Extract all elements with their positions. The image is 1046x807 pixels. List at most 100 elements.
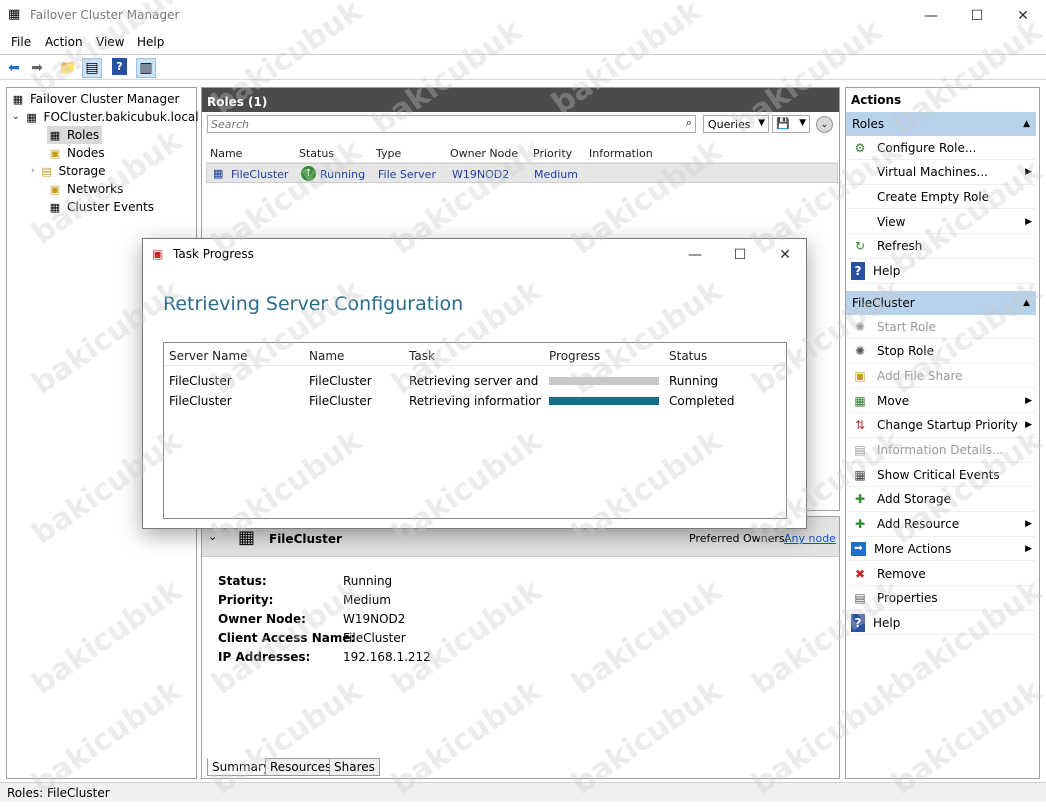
task-row[interactable]: FileCluster FileCluster Retrieving informa…	[164, 392, 786, 410]
tab-shares[interactable]: Shares	[329, 758, 380, 776]
col-status[interactable]: Status	[299, 147, 334, 160]
action-properties[interactable]: ▤ Properties	[846, 587, 1036, 611]
field-value: FileCluster	[343, 631, 406, 645]
collapse-up-icon[interactable]: ▲	[1023, 119, 1030, 129]
configure-role-icon: ⚙	[854, 140, 866, 155]
col-status[interactable]: Status	[669, 349, 707, 363]
task-row[interactable]: FileCluster FileCluster Retrieving server …	[164, 372, 786, 390]
action-stop-role[interactable]: ✺ Stop Role	[846, 340, 1036, 364]
collapse-up-icon[interactable]: ▲	[1023, 298, 1030, 308]
tree-root[interactable]: ▦ Failover Cluster Manager	[10, 90, 180, 108]
details-title: FileCluster	[269, 532, 342, 546]
action-label: Move	[877, 393, 910, 408]
tree-item-label: Networks	[67, 182, 124, 196]
action-label: Configure Role...	[877, 140, 977, 155]
expand-chevron-icon[interactable]: ›	[31, 166, 35, 176]
help-icon[interactable]: ?	[112, 58, 127, 75]
progress-fill	[549, 397, 659, 405]
more-actions-icon: ➡	[851, 541, 866, 556]
actions-title: Actions	[851, 93, 902, 107]
col-owner-node[interactable]: Owner Node	[450, 147, 518, 160]
dialog-minimize-button[interactable]: —	[672, 239, 718, 270]
dialog-maximize-button[interactable]: ☐	[717, 239, 763, 270]
col-progress[interactable]: Progress	[549, 349, 600, 363]
field-label: IP Addresses:	[218, 650, 311, 664]
action-add-resource[interactable]: ✚ Add Resource ▶	[846, 513, 1036, 537]
search-icon[interactable]: ⌕	[686, 116, 692, 130]
back-icon[interactable]: ⬅	[4, 58, 24, 78]
status-bar: Roles: FileCluster	[0, 782, 1046, 802]
task-server: FileCluster	[169, 374, 232, 388]
action-move[interactable]: ▦ Move ▶	[846, 389, 1036, 414]
tree-item-roles[interactable]: ▦ Roles	[47, 126, 103, 144]
expand-collapse-icon[interactable]: ⌄	[816, 116, 833, 133]
search-input[interactable]	[208, 116, 668, 132]
close-button[interactable]: ✕	[1000, 0, 1046, 31]
action-label: Add Storage	[877, 492, 951, 507]
progress-bar	[549, 397, 659, 405]
submenu-arrow-icon: ▶	[1025, 216, 1032, 227]
action-label: Show Critical Events	[877, 467, 1000, 482]
menu-view[interactable]: View	[96, 35, 124, 49]
col-information[interactable]: Information	[589, 147, 653, 160]
action-change-startup-priority[interactable]: ⇅ Change Startup Priority ▶	[846, 414, 1036, 438]
cluster-icon: ▦	[26, 110, 37, 124]
window-title: Failover Cluster Manager	[30, 8, 180, 22]
col-type[interactable]: Type	[376, 147, 401, 160]
up-folder-icon[interactable]: 📁	[58, 58, 78, 78]
action-show-critical-events[interactable]: ▦ Show Critical Events	[846, 463, 1036, 488]
action-label: Stop Role	[877, 344, 934, 359]
menu-action[interactable]: Action	[45, 35, 83, 49]
tree-item-cluster-events[interactable]: ▦ Cluster Events	[47, 198, 154, 216]
action-start-role[interactable]: ✺ Start Role	[846, 315, 1036, 339]
queries-button[interactable]: Queries ▼	[703, 115, 769, 133]
tab-resources[interactable]: Resources	[265, 758, 337, 776]
file-server-icon: ▦	[238, 527, 256, 548]
col-task[interactable]: Task	[409, 349, 435, 363]
action-information-details[interactable]: ▤ Information Details...	[846, 439, 1036, 463]
preferred-owners-link[interactable]: Any node	[784, 532, 836, 545]
minimize-button[interactable]: —	[908, 0, 954, 31]
menu-help[interactable]: Help	[137, 35, 164, 49]
add-file-share-icon: ▣	[854, 368, 866, 383]
col-server-name[interactable]: Server Name	[169, 349, 248, 363]
maximize-button[interactable]: ☐	[954, 0, 1000, 31]
help-icon: ?	[851, 613, 865, 632]
col-name[interactable]: Name	[210, 147, 242, 160]
menu-file[interactable]: File	[11, 35, 31, 49]
field-value: Medium	[343, 593, 391, 607]
events-icon: ▦	[854, 467, 866, 482]
action-add-file-share[interactable]: ▣ Add File Share	[846, 364, 1036, 389]
action-help[interactable]: ? Help	[846, 611, 1036, 636]
search-box[interactable]: ⌕	[207, 115, 696, 133]
col-name[interactable]: Name	[309, 349, 344, 363]
action-create-empty-role[interactable]: Create Empty Role	[846, 185, 1036, 210]
dialog-close-button[interactable]: ✕	[762, 239, 808, 270]
filecluster-section-header[interactable]: FileCluster ▲	[846, 291, 1036, 315]
blank-icon	[851, 163, 869, 181]
action-help[interactable]: ? Help	[846, 260, 1036, 284]
forward-icon[interactable]: ➡	[27, 58, 47, 78]
table-row[interactable]: ▦ FileCluster ↑ Running File Server W19N…	[206, 163, 838, 183]
tree-item-storage[interactable]: › ▤ Storage	[31, 162, 106, 180]
roles-section-header[interactable]: Roles ▲	[846, 112, 1036, 136]
action-add-storage[interactable]: ✚ Add Storage	[846, 488, 1036, 512]
expand-chevron-icon[interactable]: ⌄	[12, 112, 20, 122]
tree-item-networks[interactable]: ▣ Networks	[47, 180, 124, 198]
task-list-header: Server Name Name Task Progress Status	[164, 343, 786, 366]
action-more-actions[interactable]: ➡ More Actions ▶	[846, 537, 1036, 562]
action-view[interactable]: View ▶	[846, 210, 1036, 235]
action-remove[interactable]: ✖ Remove	[846, 562, 1036, 586]
tree-item-nodes[interactable]: ▣ Nodes	[47, 144, 105, 162]
col-priority[interactable]: Priority	[533, 147, 572, 160]
action-pane-icon[interactable]: ▥	[136, 58, 156, 78]
collapse-chevron-icon[interactable]: ⌄	[208, 530, 217, 543]
action-virtual-machines[interactable]: Virtual Machines... ▶	[846, 161, 1036, 185]
action-configure-role[interactable]: ⚙ Configure Role...	[846, 136, 1036, 160]
dialog-title: Task Progress	[173, 247, 254, 261]
console-tree-icon[interactable]: ▤	[82, 58, 102, 78]
preferred-owners-label: Preferred Owners:	[689, 532, 789, 545]
tree-cluster[interactable]: ⌄ ▦ FOCluster.bakicubuk.local	[12, 108, 199, 126]
save-query-button[interactable]: 💾 ▼	[772, 115, 810, 133]
action-refresh[interactable]: ↻ Refresh	[846, 235, 1036, 259]
